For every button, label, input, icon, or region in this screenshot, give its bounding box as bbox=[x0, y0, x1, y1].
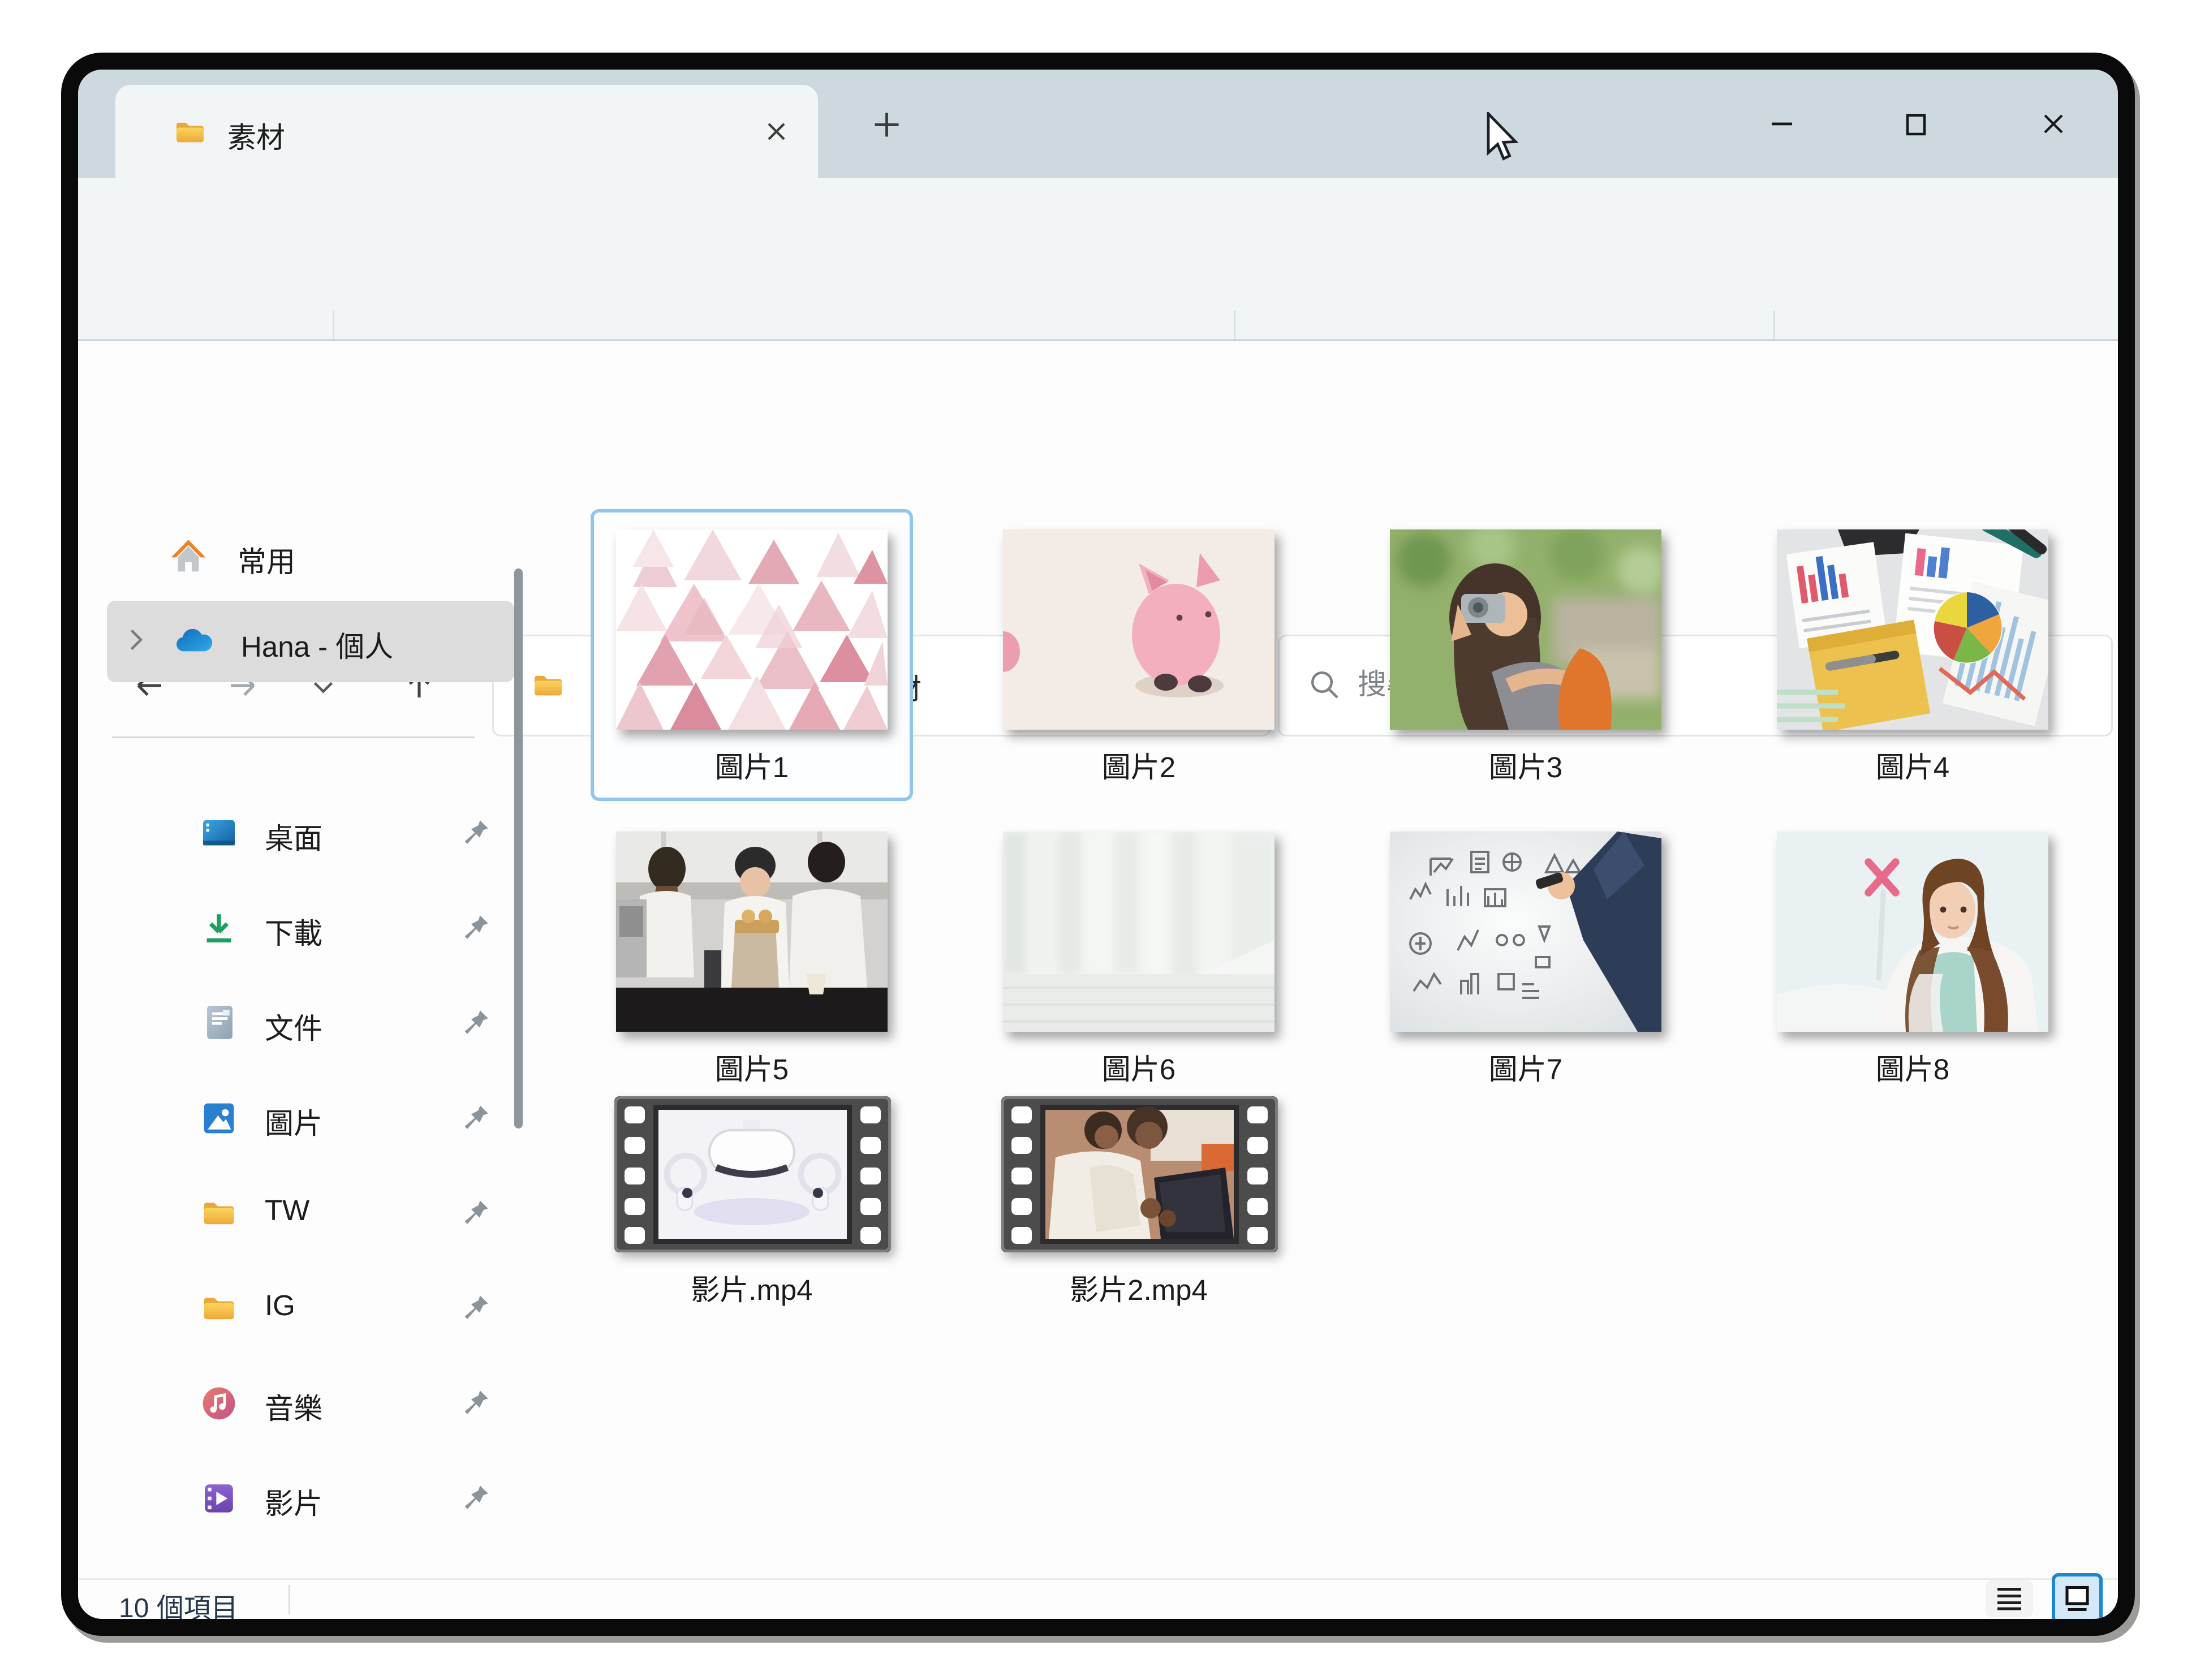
music-icon bbox=[200, 1385, 238, 1431]
sidebar-item-videos[interactable]: 影片 bbox=[107, 1458, 514, 1539]
explorer-tab[interactable]: 素材 bbox=[115, 85, 818, 178]
sidebar-item-desktop[interactable]: 桌面 bbox=[107, 792, 514, 874]
file-tile[interactable]: 圖片4 bbox=[1755, 512, 2070, 798]
sidebar-item-downloads[interactable]: 下載 bbox=[107, 888, 514, 969]
mouse-cursor bbox=[1487, 112, 1524, 171]
pin-icon[interactable] bbox=[462, 1008, 490, 1045]
file-tile[interactable]: 影片.mp4 bbox=[594, 1083, 910, 1368]
sidebar-item-pictures[interactable]: 圖片 bbox=[107, 1078, 514, 1159]
file-explorer-window: 素材 新 bbox=[78, 70, 2118, 1619]
command-toolbar: 新增 A bbox=[78, 178, 2118, 339]
item-count: 10 個項目 bbox=[119, 1585, 238, 1619]
chevron-right-icon[interactable] bbox=[122, 626, 149, 662]
tab-title: 素材 bbox=[227, 114, 285, 156]
file-name: 圖片1 bbox=[594, 743, 910, 786]
sidebar-item-music[interactable]: 音樂 bbox=[107, 1363, 514, 1444]
pin-icon[interactable] bbox=[462, 1293, 490, 1330]
image-thumbnail bbox=[1390, 832, 1661, 1032]
file-tile[interactable]: 圖片8 bbox=[1755, 815, 2070, 1100]
file-tile[interactable]: 圖片1 bbox=[591, 509, 913, 801]
pin-icon[interactable] bbox=[462, 818, 490, 855]
sidebar-item-ig[interactable]: IG bbox=[107, 1268, 514, 1349]
file-tile[interactable]: 圖片7 bbox=[1368, 815, 1683, 1100]
home-icon bbox=[170, 538, 207, 584]
file-tile[interactable]: 圖片3 bbox=[1368, 512, 1683, 798]
image-thumbnail bbox=[616, 529, 888, 730]
sidebar-item-tw[interactable]: TW bbox=[107, 1173, 514, 1254]
file-name: 圖片6 bbox=[981, 1045, 1297, 1088]
image-thumbnail bbox=[1777, 832, 2048, 1032]
onedrive-cloud-icon bbox=[173, 624, 214, 667]
videos-icon bbox=[200, 1480, 238, 1526]
image-thumbnail bbox=[1390, 529, 1661, 730]
title-bar: 素材 bbox=[78, 70, 2118, 178]
file-tile[interactable]: 圖片2 bbox=[981, 512, 1297, 798]
file-name: 圖片5 bbox=[594, 1045, 910, 1088]
downloads-icon bbox=[200, 910, 238, 955]
image-thumbnail bbox=[616, 832, 888, 1032]
documents-icon bbox=[202, 1003, 238, 1050]
file-name: 圖片3 bbox=[1368, 743, 1683, 786]
file-tile[interactable]: 影片2.mp4 bbox=[981, 1083, 1297, 1368]
file-name: 圖片8 bbox=[1755, 1045, 2070, 1088]
sidebar-item-onedrive[interactable]: Hana - 個人 bbox=[107, 601, 514, 682]
search-icon bbox=[1307, 667, 1342, 711]
folder-icon bbox=[200, 1290, 238, 1336]
maximize-button[interactable] bbox=[1879, 93, 1953, 154]
sidebar-scrollbar[interactable] bbox=[514, 568, 523, 1128]
file-name: 圖片4 bbox=[1755, 743, 2070, 786]
sidebar-item-home[interactable]: 常用 bbox=[107, 516, 514, 597]
video-thumbnail bbox=[614, 1096, 891, 1252]
screenshot-root: 素材 新 bbox=[0, 0, 2196, 1680]
folder-icon bbox=[531, 669, 565, 711]
image-thumbnail bbox=[1003, 832, 1274, 1032]
pin-icon[interactable] bbox=[462, 913, 490, 950]
details-view-icon[interactable] bbox=[1986, 1580, 2033, 1617]
image-thumbnail bbox=[1777, 529, 2048, 730]
status-bar: 10 個項目 bbox=[78, 1578, 2118, 1619]
close-button[interactable] bbox=[2016, 93, 2091, 154]
image-thumbnail bbox=[1003, 529, 1274, 730]
folder-icon bbox=[200, 1195, 238, 1240]
minimize-button[interactable] bbox=[1745, 93, 1819, 154]
file-name: 影片.mp4 bbox=[594, 1266, 910, 1308]
pin-icon[interactable] bbox=[462, 1198, 490, 1235]
file-name: 影片2.mp4 bbox=[981, 1266, 1297, 1308]
video-thumbnail bbox=[1001, 1096, 1278, 1252]
tab-close-icon[interactable] bbox=[764, 119, 789, 153]
file-tile[interactable]: 圖片5 bbox=[594, 815, 910, 1100]
status-divider bbox=[289, 1585, 290, 1614]
new-tab-button[interactable] bbox=[872, 110, 901, 148]
pin-icon[interactable] bbox=[462, 1103, 490, 1140]
file-tile[interactable]: 圖片6 bbox=[981, 815, 1297, 1100]
pin-icon[interactable] bbox=[462, 1483, 490, 1520]
pictures-icon bbox=[200, 1100, 238, 1145]
sidebar-item-documents[interactable]: 文件 bbox=[107, 983, 514, 1064]
desktop-icon bbox=[200, 815, 238, 860]
folder-icon bbox=[173, 115, 207, 158]
file-name: 圖片7 bbox=[1368, 1045, 1683, 1088]
file-name: 圖片2 bbox=[981, 743, 1297, 786]
address-row: 影片範例 素材 bbox=[78, 341, 2118, 487]
pin-icon[interactable] bbox=[462, 1388, 490, 1425]
large-thumbnails-view-icon[interactable] bbox=[2052, 1573, 2103, 1619]
